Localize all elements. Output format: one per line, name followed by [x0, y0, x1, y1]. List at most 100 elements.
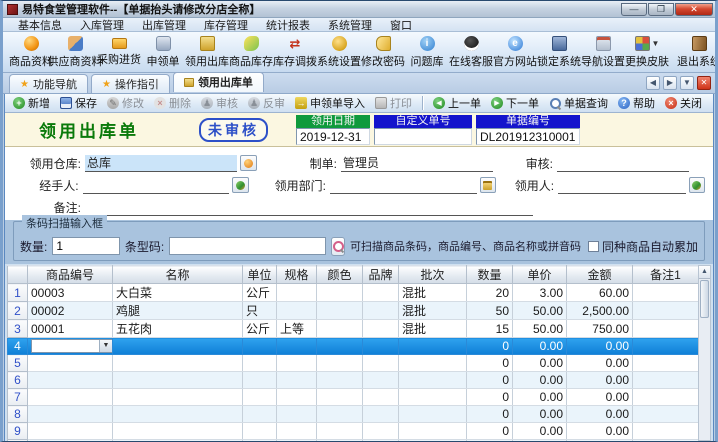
menu-item-2[interactable]: 出库管理	[133, 17, 195, 33]
cell-color[interactable]	[317, 372, 363, 389]
cell-spec[interactable]	[277, 372, 317, 389]
cell-note[interactable]	[633, 302, 699, 320]
cell-note[interactable]	[633, 423, 699, 440]
cell-unit[interactable]	[243, 423, 277, 440]
cell-brand[interactable]	[363, 302, 399, 320]
cell-amount[interactable]: 2,500.00	[567, 302, 633, 320]
doc-button-prev[interactable]: ◀上一单	[429, 94, 485, 112]
toolbar-button-website[interactable]: e官方网站	[493, 34, 537, 71]
grid-scrollbar[interactable]: ▲	[698, 265, 711, 441]
cell-brand[interactable]	[363, 423, 399, 440]
cell-price[interactable]: 50.00	[513, 302, 567, 320]
cell-unit[interactable]: 公斤	[243, 284, 277, 302]
cell-qty[interactable]: 0	[467, 389, 513, 406]
toolbar-button-inventory[interactable]: 商品库存	[229, 34, 273, 71]
warehouse-picker-button[interactable]	[240, 155, 257, 171]
note-field[interactable]	[85, 199, 533, 216]
cell-unit[interactable]: 只	[243, 302, 277, 320]
combo-dropdown-icon[interactable]: ▼	[99, 340, 112, 352]
cell-spec[interactable]	[277, 389, 317, 406]
handler-picker-button[interactable]	[232, 177, 248, 193]
toolbar-button-settings[interactable]: 系统设置	[317, 34, 361, 71]
table-row[interactable]: 800.000.00	[8, 406, 699, 423]
barcode-search-button[interactable]	[331, 237, 345, 256]
cell-price[interactable]: 0.00	[513, 372, 567, 389]
cell-spec[interactable]	[277, 284, 317, 302]
tab-0[interactable]: ★功能导航	[9, 74, 88, 93]
tab-1[interactable]: ★操作指引	[91, 74, 170, 93]
table-row[interactable]: 300001五花肉公斤上等混批1550.00750.00	[8, 320, 699, 338]
scrollbar-thumb[interactable]	[700, 280, 709, 318]
cell-unit[interactable]	[243, 406, 277, 423]
table-row[interactable]: 4▼00.000.00	[8, 338, 699, 355]
cell-code[interactable]	[28, 423, 113, 440]
recipient-field[interactable]	[558, 177, 685, 194]
cell-name[interactable]	[113, 406, 243, 423]
cell-batch[interactable]	[399, 338, 467, 355]
tab-pin-icon[interactable]: ▼	[680, 76, 694, 90]
menu-item-4[interactable]: 统计报表	[257, 17, 319, 33]
cell-brand[interactable]	[363, 338, 399, 355]
cell-brand[interactable]	[363, 355, 399, 372]
cell-qty[interactable]: 0	[467, 423, 513, 440]
cell-color[interactable]	[317, 320, 363, 338]
handler-field[interactable]	[83, 177, 230, 194]
doc-button-save[interactable]: 保存	[56, 94, 101, 112]
cell-qty[interactable]: 15	[467, 320, 513, 338]
tab-scroll-left-icon[interactable]: ◀	[646, 76, 660, 90]
cell-name[interactable]	[113, 423, 243, 440]
cell-name[interactable]	[113, 389, 243, 406]
cell-batch[interactable]	[399, 355, 467, 372]
cell-brand[interactable]	[363, 320, 399, 338]
toolbar-button-skin[interactable]: ▼更换皮肤	[625, 34, 669, 71]
doc-button-next[interactable]: ▶下一单	[487, 94, 543, 112]
toolbar-button-request-form[interactable]: 申领单	[141, 34, 185, 71]
toolbar-button-transfer[interactable]: ⇄库存调拨	[273, 34, 317, 71]
cell-code[interactable]: 00002	[28, 302, 113, 320]
cell-batch[interactable]: 混批	[399, 320, 467, 338]
cell-amount[interactable]: 750.00	[567, 320, 633, 338]
doc-no-field[interactable]: DL201912310001	[476, 128, 580, 145]
cell-note[interactable]	[633, 389, 699, 406]
maximize-button[interactable]: ❐	[648, 3, 674, 16]
cell-amount[interactable]: 0.00	[567, 355, 633, 372]
cell-brand[interactable]	[363, 372, 399, 389]
cell-code[interactable]	[28, 406, 113, 423]
cell-code[interactable]	[28, 355, 113, 372]
doc-button-import[interactable]: →申领单导入	[291, 94, 369, 112]
cell-qty[interactable]: 0	[467, 355, 513, 372]
table-row[interactable]: 600.000.00	[8, 372, 699, 389]
cell-spec[interactable]	[277, 423, 317, 440]
doc-button-add[interactable]: +新增	[9, 94, 54, 112]
menu-item-0[interactable]: 基本信息	[9, 17, 71, 33]
cell-color[interactable]	[317, 302, 363, 320]
warehouse-field[interactable]: 总库	[85, 155, 237, 172]
cell-batch[interactable]	[399, 423, 467, 440]
cell-name[interactable]: 鸡腿	[113, 302, 243, 320]
doc-button-query[interactable]: 单据查询	[545, 94, 612, 112]
tab-close-icon[interactable]: ✕	[697, 76, 711, 90]
cell-amount[interactable]: 0.00	[567, 372, 633, 389]
accumulate-checkbox[interactable]	[588, 241, 599, 252]
toolbar-button-suppliers[interactable]: 供应商资料	[53, 34, 97, 71]
combo-field[interactable]	[32, 340, 99, 352]
toolbar-button-password-key[interactable]: 修改密码	[361, 34, 405, 71]
cell-note[interactable]	[633, 284, 699, 302]
cell-code[interactable]	[28, 389, 113, 406]
department-picker-button[interactable]	[480, 177, 496, 193]
toolbar-button-nav-settings[interactable]: 导航设置	[581, 34, 625, 71]
minimize-button[interactable]: —	[621, 3, 647, 16]
cell-unit[interactable]	[243, 389, 277, 406]
cell-code[interactable]: 00001	[28, 320, 113, 338]
cell-brand[interactable]	[363, 389, 399, 406]
cell-price[interactable]: 3.00	[513, 284, 567, 302]
cell-spec[interactable]	[277, 338, 317, 355]
cell-qty[interactable]: 50	[467, 302, 513, 320]
cell-color[interactable]	[317, 338, 363, 355]
cell-price[interactable]: 0.00	[513, 338, 567, 355]
toolbar-button-online-service[interactable]: 在线客服	[449, 34, 493, 71]
cell-name[interactable]	[113, 355, 243, 372]
cell-unit[interactable]	[243, 372, 277, 389]
barcode-code-input[interactable]	[169, 237, 326, 255]
cell-unit[interactable]	[243, 338, 277, 355]
